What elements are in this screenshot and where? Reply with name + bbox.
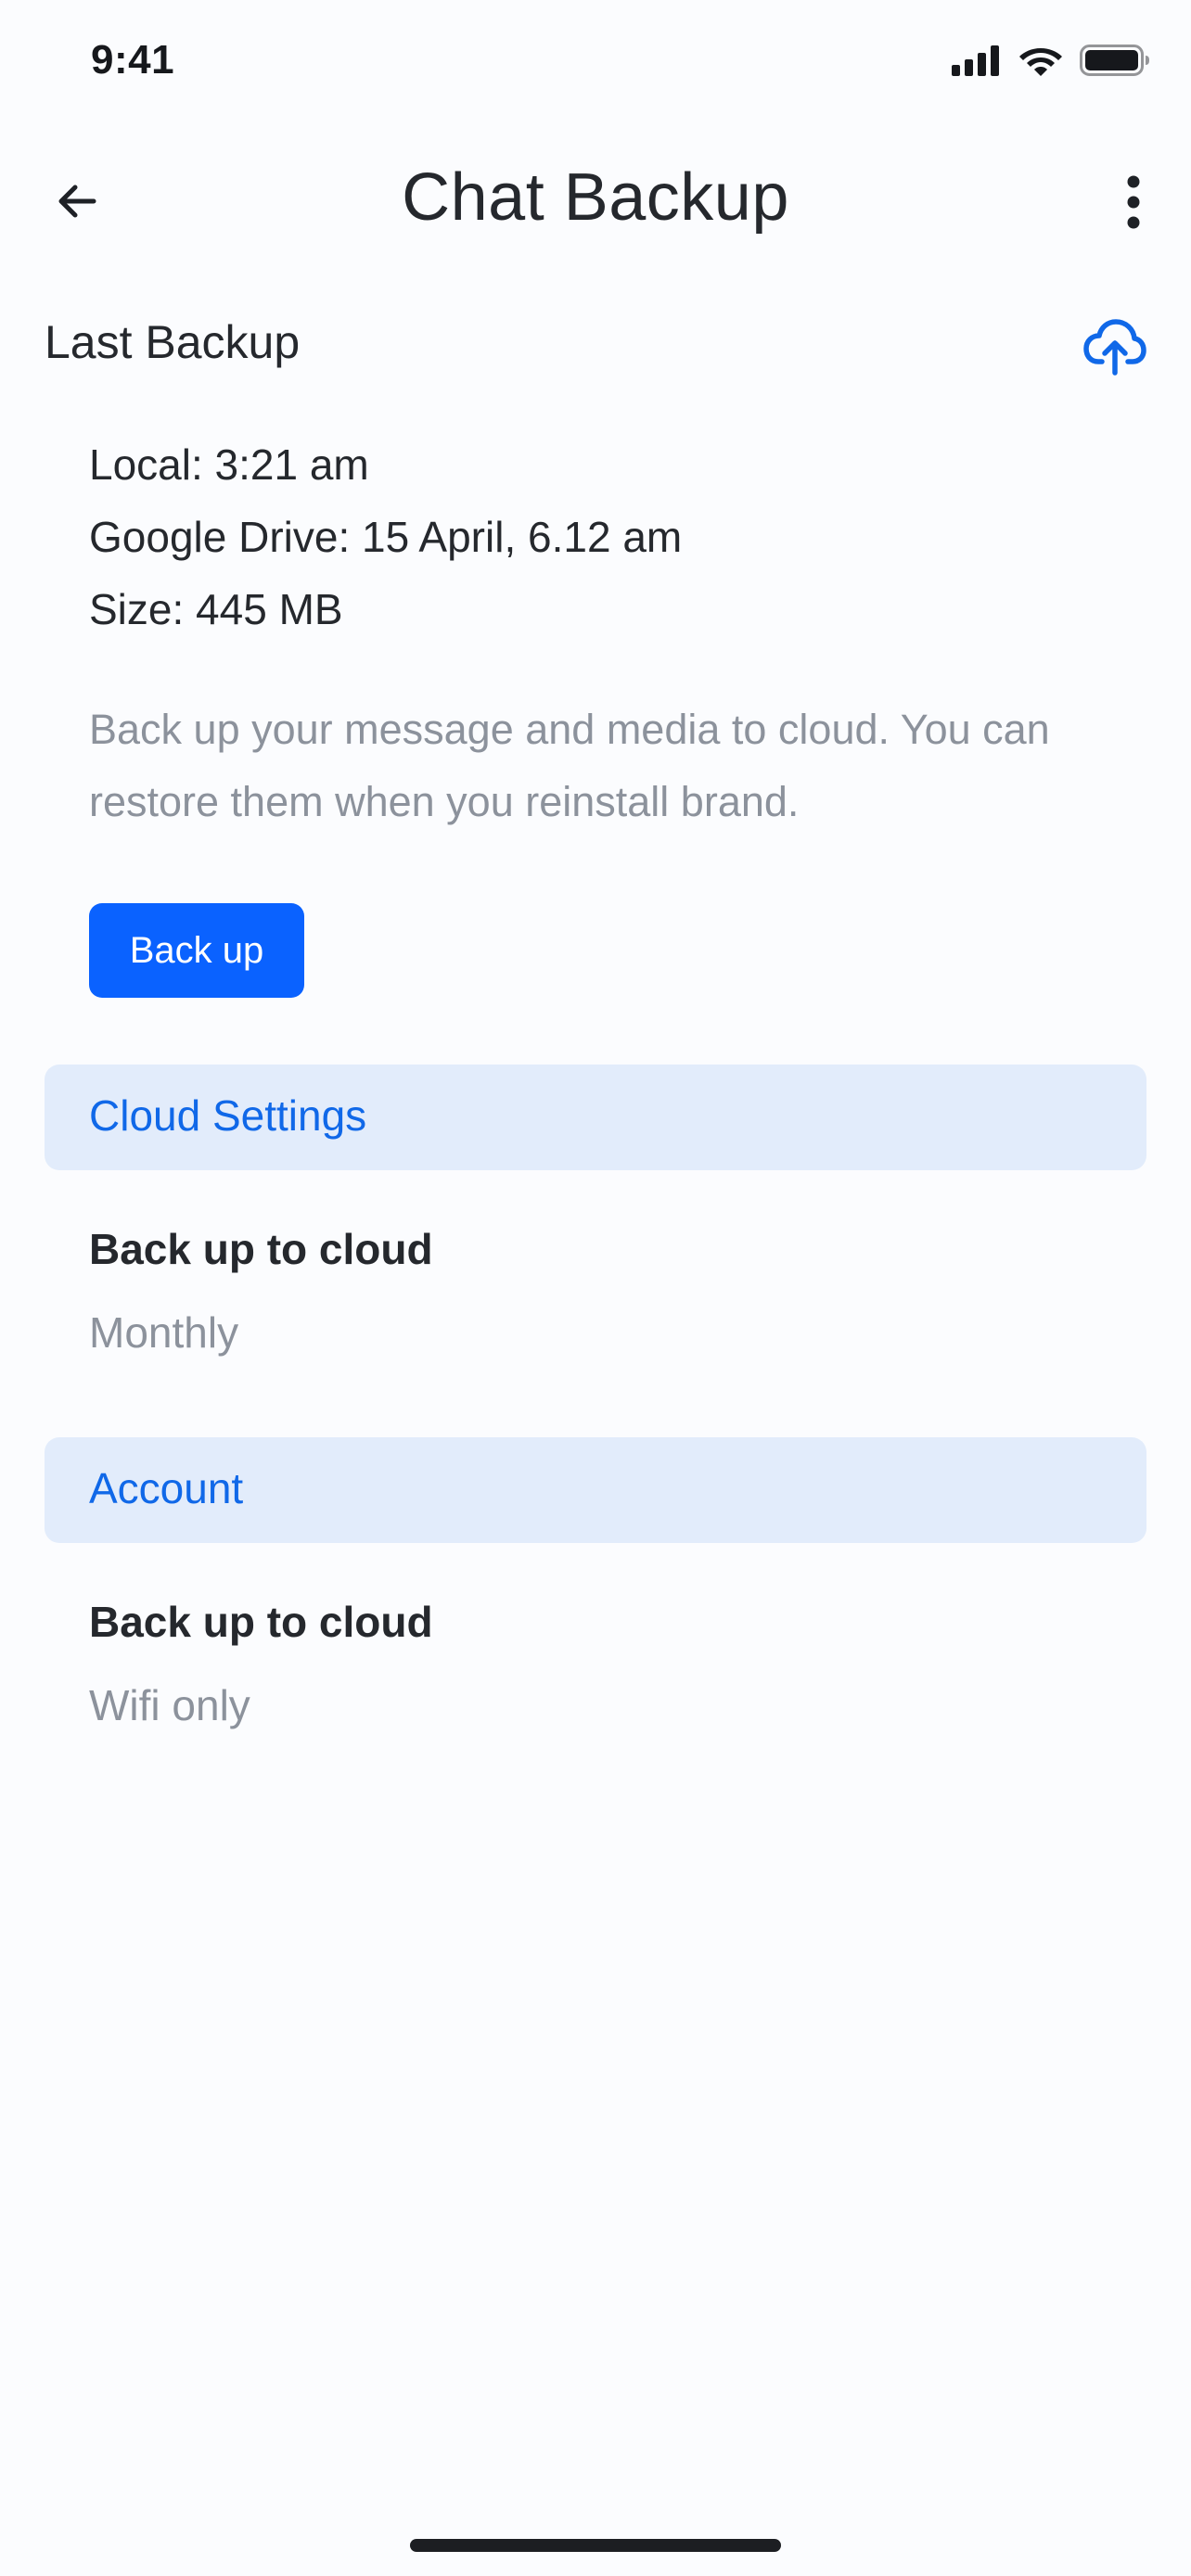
cloud-settings-label: Cloud Settings [89, 1091, 367, 1140]
page-title: Chat Backup [402, 160, 789, 235]
chat-backup-screen: 9:41 Chat Backup Last Backup Local: 3:21… [0, 0, 1191, 2576]
app-header: Chat Backup [0, 139, 1191, 260]
backup-description: Back up your message and media to cloud.… [89, 706, 1050, 825]
cloud-upload-icon [1083, 319, 1146, 376]
setting-title: Back up to cloud [89, 1225, 433, 1273]
setting-value: Monthly [89, 1308, 239, 1357]
account-section-header: Account [45, 1437, 1146, 1543]
status-bar: 9:41 [0, 0, 1191, 130]
backup-frequency-setting[interactable]: Back up to cloud Monthly [89, 1224, 1109, 1358]
setting-value: Wifi only [89, 1681, 250, 1729]
backup-size: Size: 445 MB [89, 585, 343, 633]
local-backup-time: Local: 3:21 am [89, 440, 369, 489]
back-up-button[interactable]: Back up [89, 903, 304, 998]
more-options-button[interactable] [1113, 167, 1154, 237]
last-backup-heading: Last Backup [45, 316, 301, 368]
cloud-settings-section-header: Cloud Settings [45, 1065, 1146, 1170]
cellular-signal-icon [952, 45, 999, 76]
wifi-icon [1019, 48, 1062, 76]
status-icons [952, 45, 1150, 76]
status-time: 9:41 [91, 37, 175, 83]
backup-network-setting[interactable]: Back up to cloud Wifi only [89, 1597, 1109, 1730]
more-vertical-icon [1127, 175, 1140, 229]
home-indicator[interactable] [410, 2539, 781, 2552]
google-drive-backup-time: Google Drive: 15 April, 6.12 am [89, 513, 683, 561]
setting-title: Back up to cloud [89, 1598, 433, 1646]
cloud-upload-button[interactable] [1083, 315, 1146, 378]
account-label: Account [89, 1464, 244, 1512]
battery-icon [1080, 45, 1149, 76]
